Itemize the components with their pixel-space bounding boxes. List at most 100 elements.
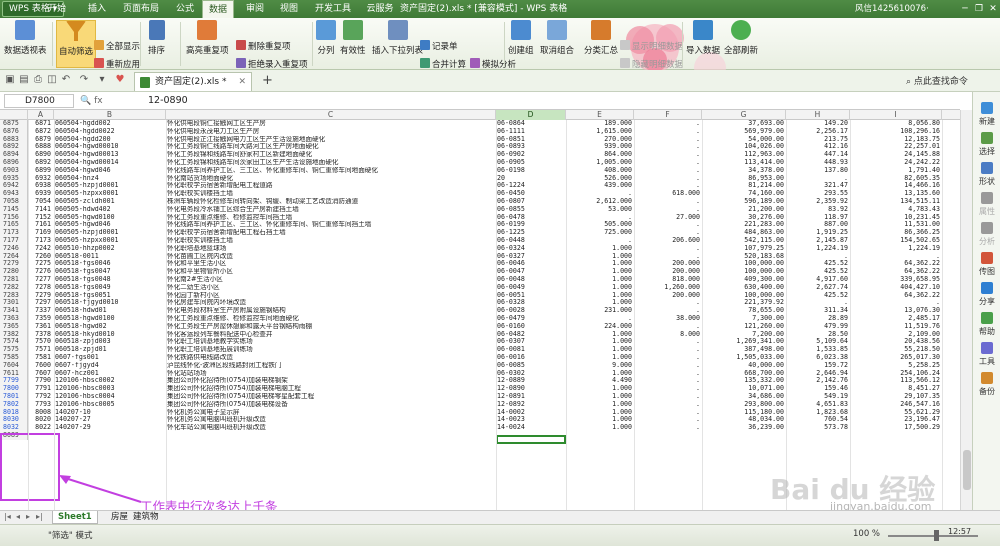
cell-g[interactable]: 78,655.00 [702, 307, 786, 315]
cell-i[interactable]: 339,658.95 [850, 276, 942, 284]
cell-i[interactable]: 22,257.01 [850, 143, 942, 151]
cell-g[interactable]: 135,332.00 [702, 377, 786, 385]
menu-tab-2[interactable]: 页面布局 [116, 0, 166, 18]
panel-item-8[interactable]: 工具 [973, 342, 1000, 367]
cell-b[interactable]: 060505-hdwd402 [54, 206, 166, 214]
cell-d[interactable]: 06-0199 [496, 221, 566, 229]
cell-c[interactable]: 怀化工务段铜仁线路车间大路河工区生产房地面硬化 [166, 143, 496, 151]
cell-c[interactable]: 怀化南2#生活小区 [166, 276, 496, 284]
cell-e[interactable]: 1.000 [566, 401, 634, 409]
cell-c[interactable]: 怀化职校实训楼挡土墙 [166, 190, 496, 198]
row-header[interactable]: 8018 [0, 408, 28, 417]
cell-d[interactable]: 06-0085 [496, 362, 566, 370]
cell-a[interactable]: 6892 [28, 159, 54, 167]
cell-e[interactable]: . [566, 214, 634, 222]
cell-e[interactable]: 1.000 [566, 346, 634, 354]
cell-h[interactable]: 573.78 [786, 424, 850, 432]
cell-d[interactable]: 14-0024 [496, 424, 566, 432]
cell-d[interactable]: 06-0448 [496, 237, 566, 245]
cell-f[interactable]: . [634, 409, 702, 417]
open-icon[interactable]: ▤ [18, 74, 30, 86]
cell-g[interactable]: 34,686.00 [702, 393, 786, 401]
menu-tab-7[interactable]: 开发工具 [308, 0, 358, 18]
fx-icon[interactable]: fx [94, 96, 103, 106]
column-header-a[interactable]: A [28, 110, 54, 120]
cell-e[interactable]: 231.000 [566, 307, 634, 315]
cell-i[interactable]: 1,224.19 [850, 245, 942, 253]
cell-d[interactable]: 06-0864 [496, 120, 566, 128]
cell-a[interactable]: 8022 [28, 424, 54, 432]
row-header[interactable]: 7282 [0, 283, 28, 292]
document-tab[interactable]: 资产固定(2).xls * ✕ [134, 72, 252, 91]
cell-h[interactable]: 887.00 [786, 221, 850, 229]
cell-h[interactable]: 2,627.74 [786, 284, 850, 292]
column-header-e[interactable]: E [566, 110, 634, 120]
minimize-icon[interactable]: ─ [958, 2, 972, 16]
cell-a[interactable]: 6871 [28, 120, 54, 128]
cell-a[interactable]: 8020 [28, 416, 54, 424]
row-header[interactable]: 7800 [0, 385, 28, 393]
row-header[interactable]: 7145 [0, 205, 28, 214]
cell-g[interactable]: 36,239.00 [702, 424, 786, 432]
cell-c[interactable]: 怀化职工培训基地拓展训练场 [166, 346, 496, 354]
ungroup-button[interactable]: 取消组合 [540, 20, 574, 56]
row-header[interactable]: 7341 [0, 307, 28, 315]
cell-f[interactable]: 618.000 [634, 190, 702, 198]
cell-f[interactable]: . [634, 307, 702, 315]
cell-f[interactable]: . [634, 424, 702, 432]
cell-b[interactable]: 060505-hzpjd0001 [54, 182, 166, 190]
cell-h[interactable]: 2,256.17 [786, 128, 850, 136]
cell-a[interactable]: 7607 [28, 370, 54, 378]
cell-e[interactable]: 1.000 [566, 268, 634, 276]
cell-h[interactable]: 1,823.68 [786, 409, 850, 417]
cell-f[interactable]: . [634, 175, 702, 183]
cell-i[interactable]: 265,017.30 [850, 354, 942, 362]
cell-d[interactable]: 06-0081 [496, 346, 566, 354]
cell-d[interactable]: 06-0198 [496, 167, 566, 175]
cell-a[interactable]: 7791 [28, 385, 54, 393]
cell-b[interactable]: 060504-hgwd046 [54, 167, 166, 175]
cell-c[interactable]: 怀化铁路供电线路改造 [166, 354, 496, 362]
cell-a[interactable]: 6939 [28, 190, 54, 198]
cell-e[interactable]: 1.000 [566, 424, 634, 432]
cell-b[interactable]: 060504-hgwd00010 [54, 143, 166, 151]
cell-e[interactable]: 725.000 [566, 229, 634, 237]
menu-tab-4[interactable]: 数据 [202, 0, 234, 18]
cell-b[interactable]: 140207-10 [54, 409, 166, 417]
cell-f[interactable]: . [634, 151, 702, 159]
cell-a[interactable]: 7276 [28, 268, 54, 276]
cell-h[interactable]: 425.52 [786, 268, 850, 276]
cell-g[interactable]: 387,498.00 [702, 346, 786, 354]
cell-e[interactable]: 53.000 [566, 206, 634, 214]
cell-f[interactable]: . [634, 416, 702, 424]
row-header[interactable]: 7264 [0, 252, 28, 261]
cell-b[interactable]: 060518-0011 [54, 253, 166, 261]
cell-e[interactable]: 189.000 [566, 120, 634, 128]
menu-tab-1[interactable]: 插入 [82, 0, 112, 18]
cell-c[interactable]: 株洲车辆段怀化检修车间转向架、钩缓、制动梁工艺改造消防通道 [166, 198, 496, 206]
cell-i[interactable]: 108,296.16 [850, 128, 942, 136]
cell-d[interactable]: 06-0051 [496, 292, 566, 300]
cell-e[interactable]: 939.000 [566, 143, 634, 151]
cell-i[interactable]: 82,605.35 [850, 175, 942, 183]
cell-f[interactable]: 8.000 [634, 331, 702, 339]
cell-c[interactable]: 怀化工务段重点维修、检修监控车间挡土墙 [166, 214, 496, 222]
cell-d[interactable]: 20 [496, 175, 566, 183]
row-header[interactable]: 6883 [0, 135, 28, 144]
cell-h[interactable]: . [786, 299, 850, 307]
cell-g[interactable]: 21,200.00 [702, 206, 786, 214]
cell-a[interactable]: 7361 [28, 323, 54, 331]
cell-g[interactable]: 81,214.00 [702, 182, 786, 190]
prev-sheet-icon[interactable]: ◂ [16, 512, 20, 521]
cell-f[interactable]: . [634, 245, 702, 253]
cell-f[interactable]: . [634, 206, 702, 214]
cell-i[interactable]: 86,366.25 [850, 229, 942, 237]
row-header[interactable]: 7173 [0, 229, 28, 237]
panel-item-6[interactable]: 分享 [973, 282, 1000, 307]
zoom-level[interactable]: 100 % [853, 529, 880, 539]
cell-b[interactable]: 060504-hgdd002 [54, 120, 166, 128]
cell-e[interactable]: 9.000 [566, 362, 634, 370]
cell-c[interactable]: 集团公司怀化招待所(0754)加装电梯零星配套工程 [166, 393, 496, 401]
cell-g[interactable]: 74,160.00 [702, 190, 786, 198]
next-sheet-icon[interactable]: ▸ [26, 512, 30, 521]
